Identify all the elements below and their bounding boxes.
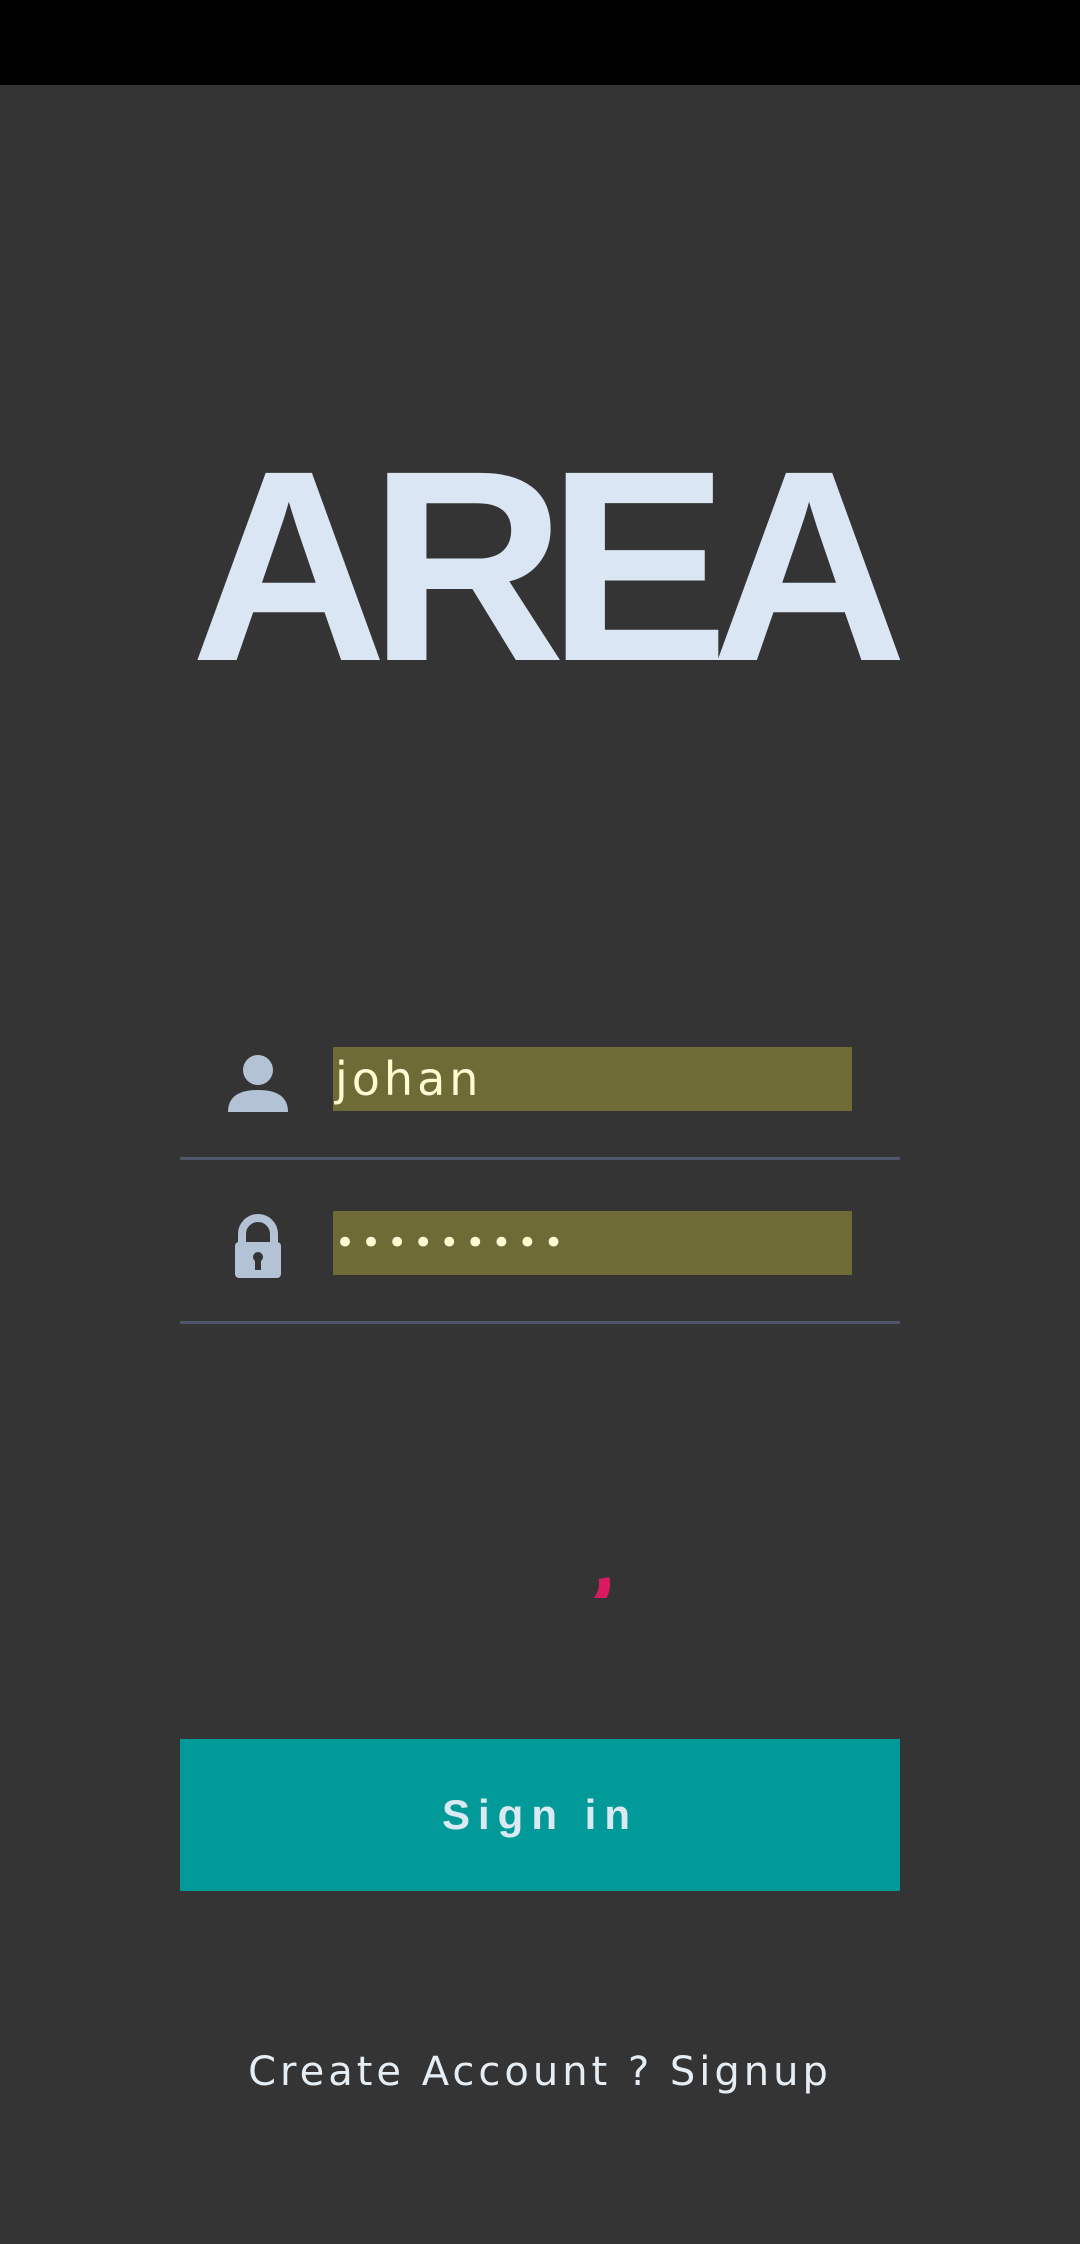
password-row: ••••••••• (180, 1204, 900, 1324)
password-field[interactable]: ••••••••• (333, 1211, 852, 1275)
username-field[interactable]: johan (333, 1047, 852, 1111)
username-row: johan (180, 1040, 900, 1160)
status-bar (0, 0, 1080, 85)
signup-link[interactable]: Create Account ? Signup (0, 2042, 1080, 2102)
password-underline (180, 1321, 900, 1324)
app-logo: AREA (190, 414, 908, 718)
spinner-icon (540, 1508, 630, 1617)
lock-icon (225, 1214, 291, 1280)
login-screen (0, 85, 1080, 2244)
username-underline (180, 1157, 900, 1160)
sign-in-button[interactable]: Sign in (180, 1739, 900, 1891)
user-icon (225, 1050, 291, 1116)
